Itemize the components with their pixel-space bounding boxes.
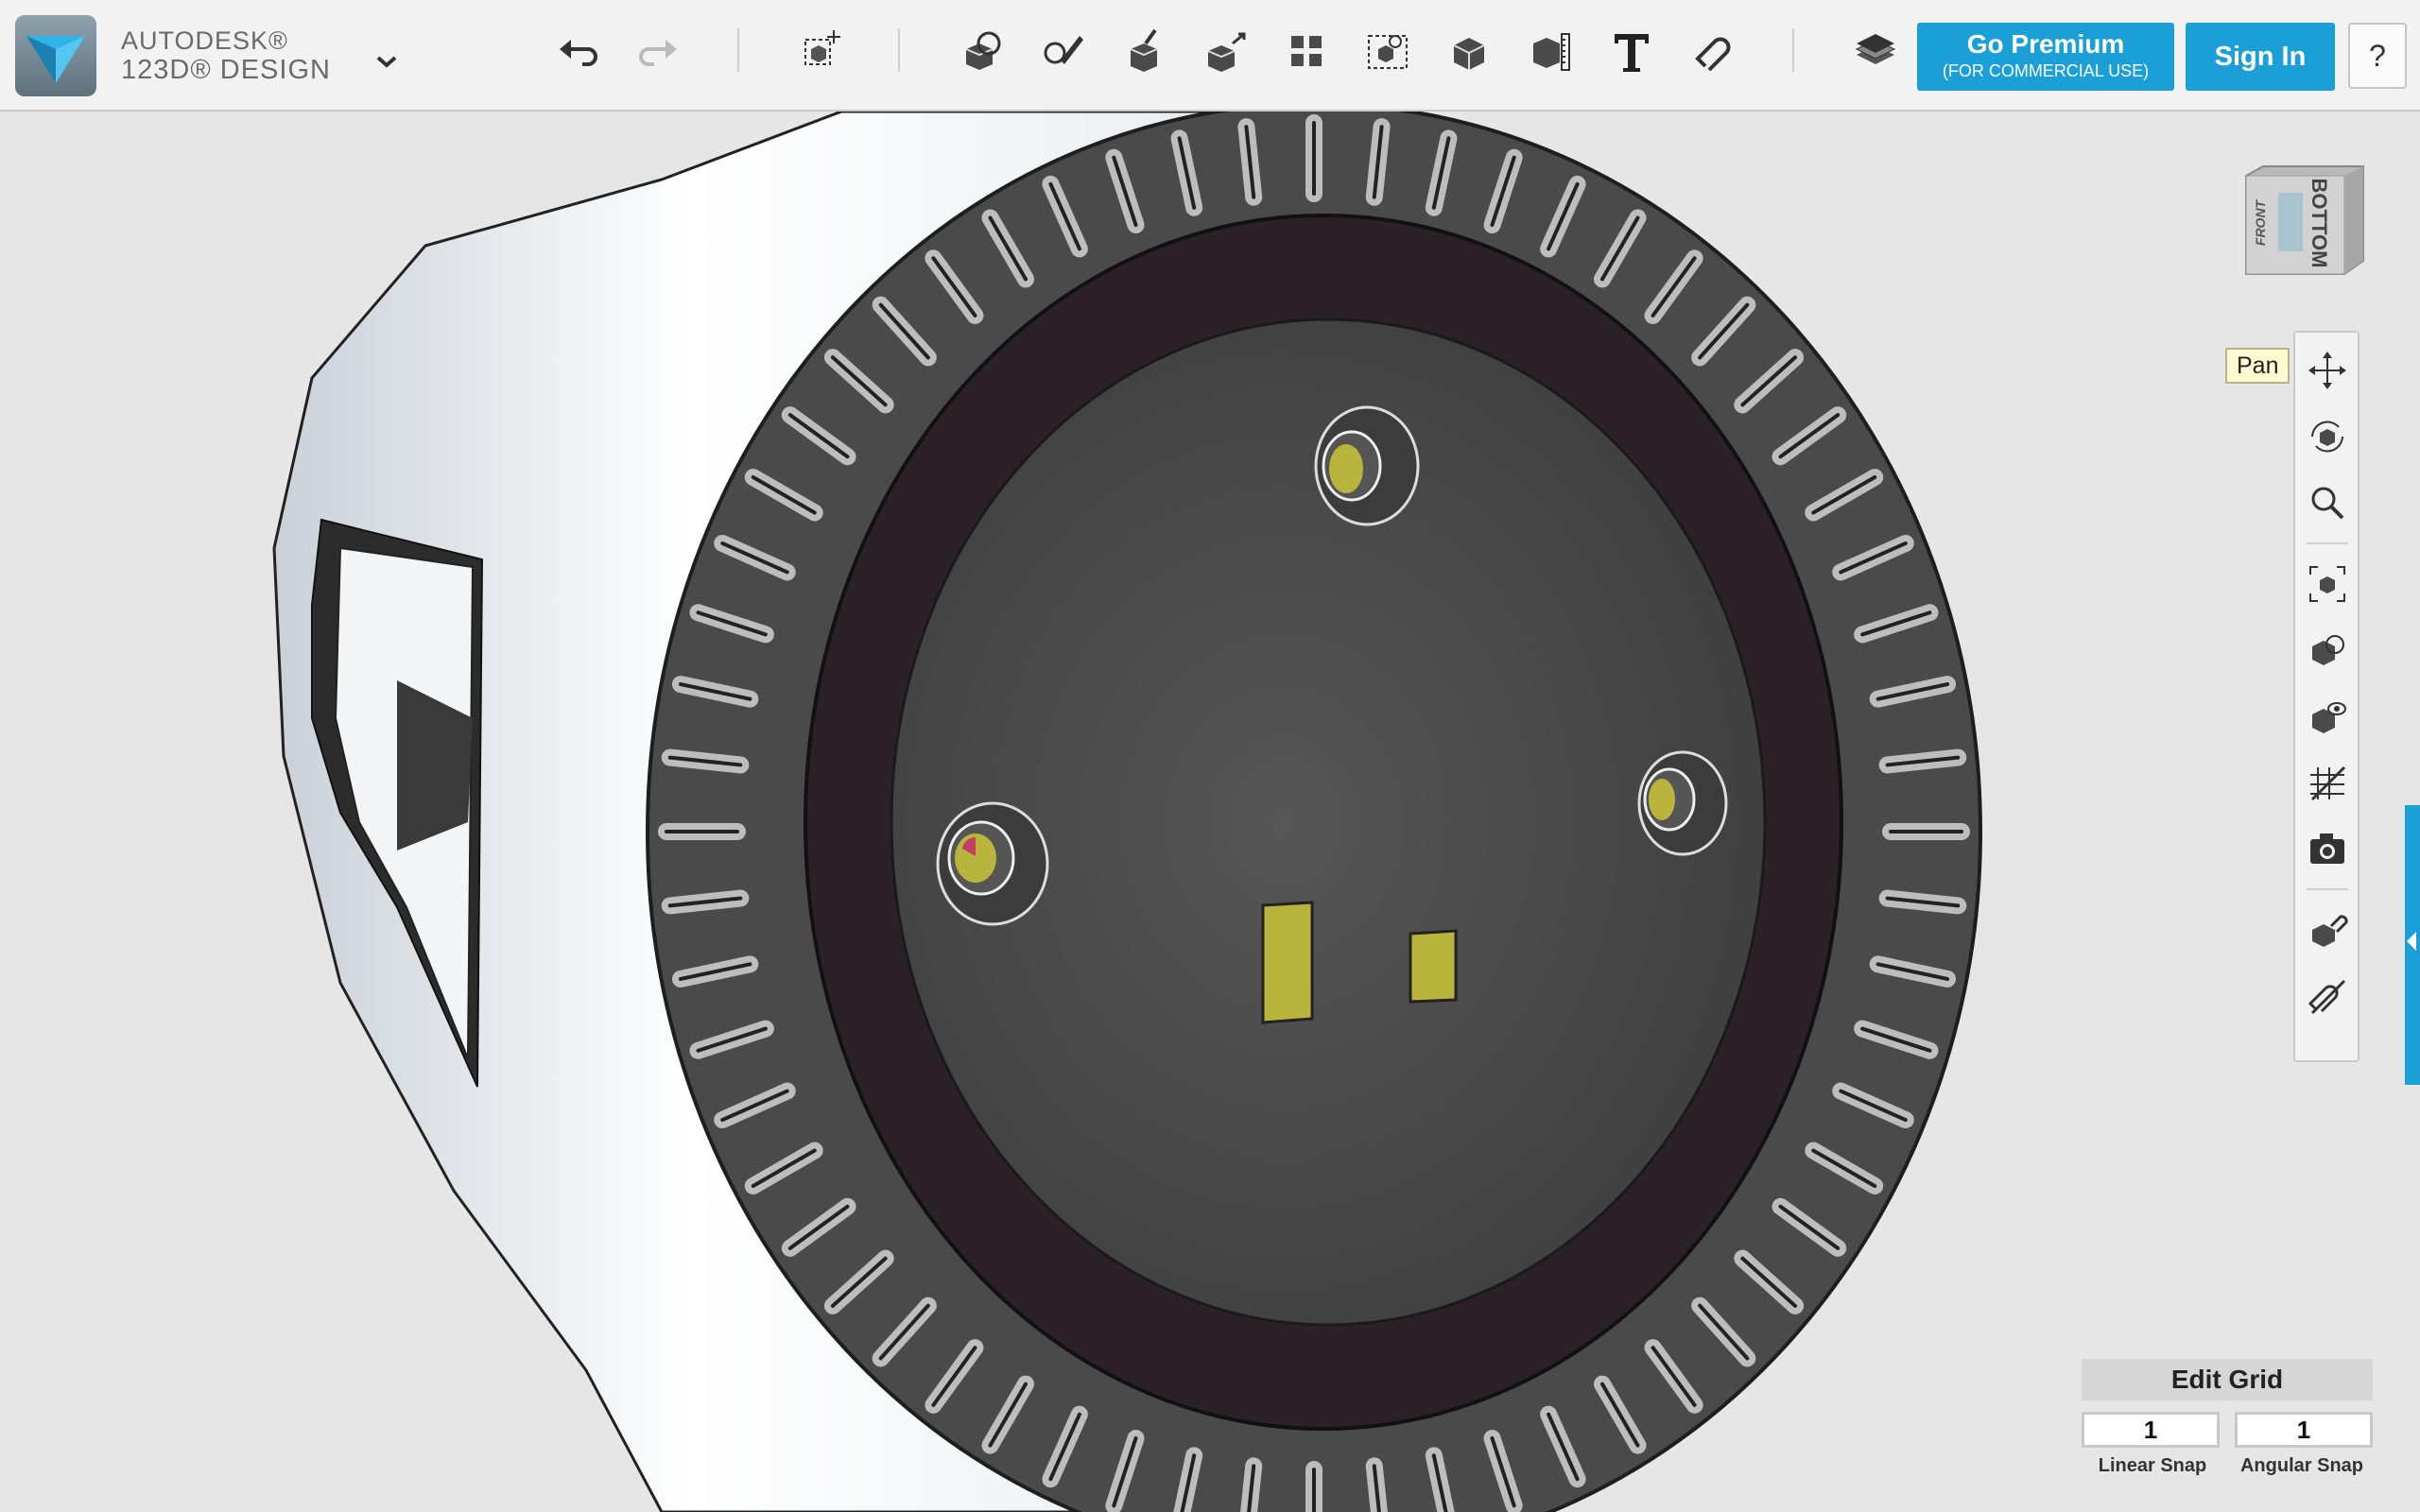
help-button[interactable]: ? — [2348, 23, 2407, 89]
screw-boss-top — [1314, 405, 1420, 526]
pan-tooltip: Pan — [2225, 348, 2290, 384]
pattern-icon[interactable] — [1276, 21, 1337, 81]
toolbar-divider — [898, 28, 900, 72]
measure-icon[interactable] — [1520, 21, 1581, 81]
go-premium-button[interactable]: Go Premium (FOR COMMERCIAL USE) — [1917, 23, 2174, 91]
nav-divider — [2307, 888, 2348, 890]
viewcube-face-front: FRONT — [2253, 198, 2268, 246]
grid-visibility-icon[interactable] — [2303, 758, 2352, 807]
premium-sublabel: (FOR COMMERCIAL USE) — [1942, 61, 2150, 80]
redo-icon[interactable] — [628, 21, 688, 81]
toolbar-divider — [1792, 28, 1794, 72]
modify-icon[interactable] — [1195, 21, 1255, 81]
primitives-icon[interactable] — [951, 21, 1011, 81]
toolbar-divider — [737, 28, 739, 72]
navigation-bar — [2293, 331, 2360, 1062]
snap-icon[interactable] — [1683, 21, 1743, 81]
zoom-icon[interactable] — [2303, 478, 2352, 527]
transform-icon[interactable] — [790, 21, 851, 81]
view-mode-icon[interactable] — [2303, 626, 2352, 675]
app-menu-chevron-icon[interactable] — [371, 45, 403, 77]
nav-divider — [2307, 542, 2348, 544]
brand-line2: 123D® DESIGN — [121, 55, 331, 85]
sketch-icon[interactable] — [1032, 21, 1093, 81]
text-icon[interactable] — [1601, 21, 1662, 81]
contact-pad-large — [1261, 901, 1314, 1024]
view-cube[interactable]: BOTTOM FRONT — [2240, 161, 2373, 284]
construct-icon[interactable] — [1114, 21, 1174, 81]
3d-viewport[interactable] — [0, 112, 2420, 1512]
screenshot-icon[interactable] — [2303, 824, 2352, 873]
top-toolbar: AUTODESK® 123D® DESIGN Go Premium (FOR C… — [0, 0, 2420, 112]
premium-label: Go Premium — [1966, 29, 2125, 59]
snap-tool-icon[interactable] — [2303, 905, 2352, 954]
undo-icon[interactable] — [548, 21, 609, 81]
materials-icon[interactable] — [1845, 21, 1906, 81]
fit-icon[interactable] — [2303, 559, 2352, 609]
edit-grid-button[interactable]: Edit Grid — [2082, 1359, 2373, 1400]
app-logo-icon — [15, 15, 96, 96]
materials-outline-icon[interactable] — [2303, 971, 2352, 1021]
screw-boss-right — [1637, 750, 1728, 856]
pan-icon[interactable] — [2303, 346, 2352, 395]
contact-pad-small — [1409, 929, 1458, 1004]
screw-boss-left — [936, 801, 1049, 926]
combine-icon[interactable] — [1439, 21, 1499, 81]
linear-snap-input[interactable] — [2082, 1412, 2220, 1448]
angular-snap-input[interactable] — [2235, 1412, 2373, 1448]
expand-arrow-icon — [2407, 932, 2416, 951]
show-hide-icon[interactable] — [2303, 692, 2352, 741]
model-render[interactable] — [0, 112, 2420, 1512]
brand-line1: AUTODESK® — [121, 26, 288, 55]
orbit-icon[interactable] — [2303, 412, 2352, 461]
grouping-icon[interactable] — [1357, 21, 1418, 81]
angular-snap-label: Angular Snap — [2239, 1455, 2363, 1476]
edit-grid-panel: Edit Grid Linear Snap Angular Snap — [2082, 1359, 2373, 1477]
viewcube-face-bottom: BOTTOM — [2308, 179, 2331, 268]
sign-in-button[interactable]: Sign In — [2186, 23, 2335, 91]
linear-snap-label: Linear Snap — [2098, 1455, 2207, 1476]
